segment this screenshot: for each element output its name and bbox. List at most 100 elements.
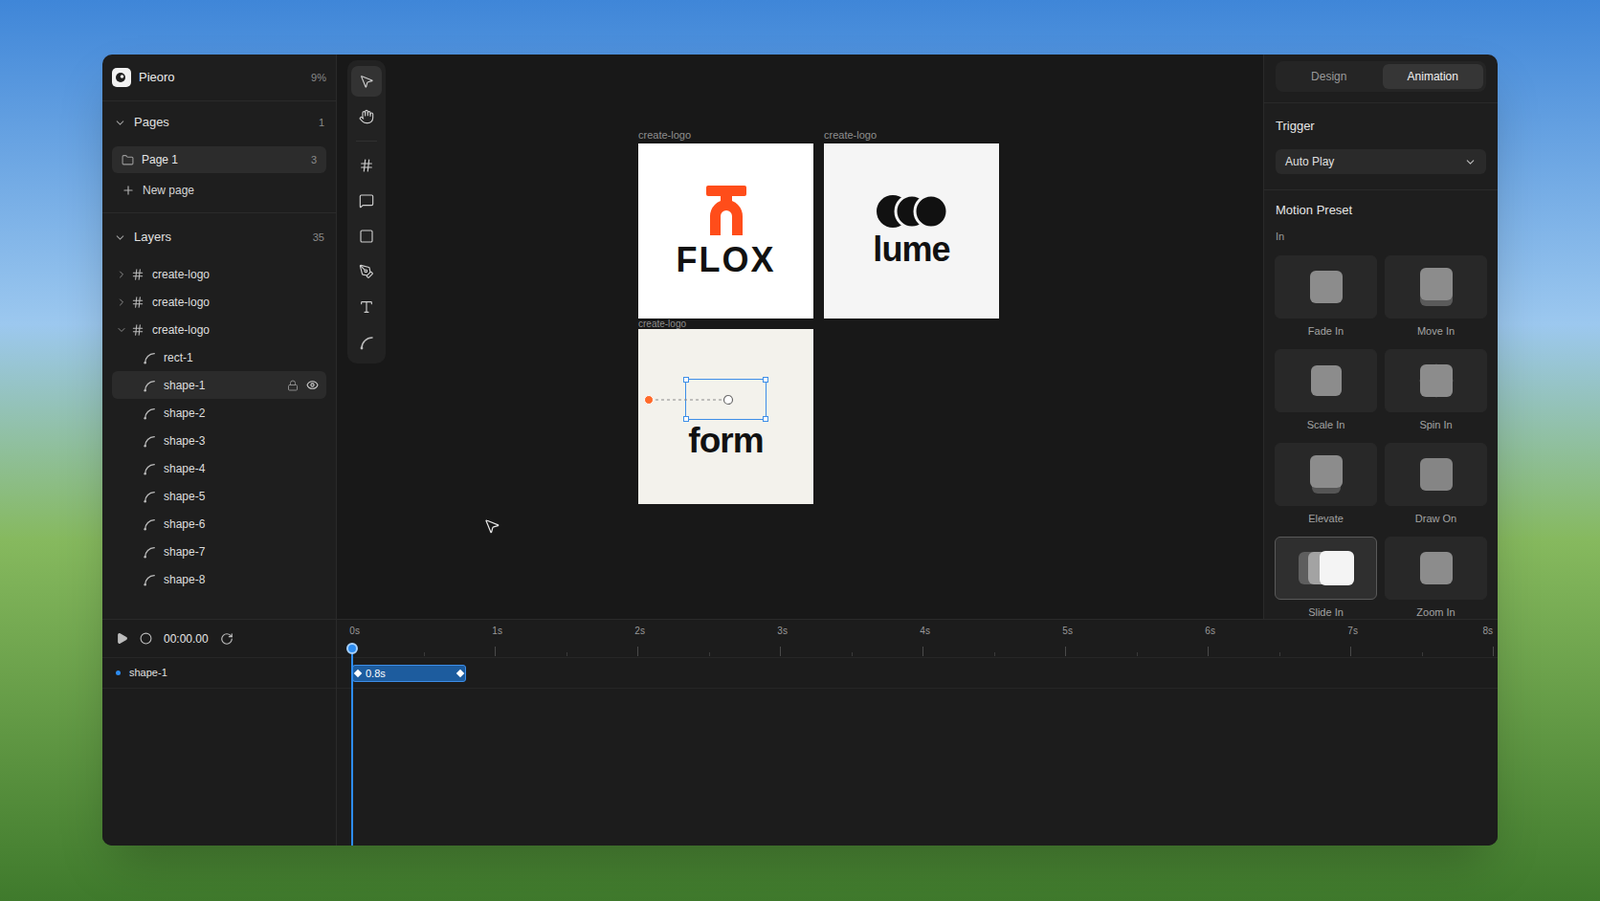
collapse-chevron-icon[interactable] — [115, 324, 128, 336]
layer-row[interactable]: create-logo — [111, 288, 327, 316]
layer-name: shape-5 — [163, 488, 205, 506]
pages-header[interactable]: Pages1 — [102, 108, 336, 137]
preset-card[interactable] — [1274, 255, 1378, 319]
preset-card[interactable] — [1274, 536, 1378, 600]
trigger-select[interactable]: Auto Play — [1275, 149, 1487, 175]
artboard-label[interactable]: create-logo — [823, 129, 877, 142]
zoom-preview-icon — [1420, 552, 1453, 585]
layer-row[interactable]: shape-6 — [111, 510, 327, 538]
pages-section: Pages1 Page 13 New page — [102, 101, 336, 214]
layer-name: shape-2 — [163, 404, 205, 423]
ruler-label: 2s — [634, 625, 645, 638]
track-name-row[interactable]: shape-1 — [102, 658, 336, 689]
playhead[interactable] — [346, 643, 358, 846]
preset-label: Spin In — [1419, 418, 1452, 432]
loop-icon[interactable] — [220, 632, 234, 646]
resize-handle[interactable] — [683, 416, 689, 423]
playhead-knob[interactable] — [346, 643, 358, 655]
timeline-area[interactable]: 0s1s2s3s4s5s6s7s8s0.8s — [336, 620, 1498, 846]
move-preview-icon — [1420, 267, 1453, 307]
fade-preview-icon — [1310, 270, 1343, 304]
artboard[interactable]: form — [638, 329, 814, 505]
preset-card[interactable] — [1274, 349, 1378, 413]
keyframe-start[interactable] — [354, 669, 362, 678]
layer-row[interactable]: shape-8 — [111, 565, 327, 594]
tool-button[interactable] — [351, 327, 382, 358]
resize-handle[interactable] — [762, 377, 769, 383]
preset-card[interactable] — [1384, 536, 1488, 600]
layer-row[interactable]: shape-4 — [111, 454, 327, 483]
elevate-preview-icon — [1310, 455, 1343, 494]
tool-button[interactable] — [351, 291, 382, 323]
preset-item[interactable]: Move In — [1384, 255, 1488, 338]
artboard-label[interactable]: create-logo — [638, 318, 687, 330]
tool-button[interactable] — [351, 150, 382, 181]
preset-card[interactable] — [1384, 443, 1488, 507]
collapse-chevron-icon[interactable] — [113, 116, 127, 130]
preset-item[interactable]: Draw On — [1384, 443, 1488, 526]
preset-label: Scale In — [1307, 418, 1346, 432]
preset-item[interactable]: Slide In — [1274, 536, 1378, 620]
time-ruler[interactable]: 0s1s2s3s4s5s6s7s8s — [336, 620, 1498, 659]
preset-item[interactable]: Elevate — [1274, 443, 1378, 526]
resize-handle[interactable] — [683, 377, 689, 383]
play-icon[interactable] — [115, 632, 129, 645]
record-icon[interactable] — [139, 632, 153, 645]
path-tool-icon — [358, 334, 375, 351]
preset-card[interactable] — [1384, 255, 1488, 319]
inspector-tab[interactable]: Animation — [1382, 64, 1485, 89]
path-icon — [142, 573, 156, 587]
left-panel: Pieoro9%Pages1Page 13New pageLayers35cre… — [102, 54, 337, 620]
layer-row[interactable]: shape-7 — [111, 537, 327, 566]
keyframe-end[interactable] — [456, 669, 465, 678]
artboard-label[interactable]: create-logo — [638, 129, 691, 142]
preset-item[interactable]: Zoom In — [1384, 536, 1488, 620]
expand-chevron-icon[interactable] — [115, 268, 128, 281]
tool-button[interactable] — [351, 221, 382, 252]
draw-preview-icon — [1420, 458, 1453, 491]
page-item[interactable]: Page 13 — [111, 146, 327, 174]
layer-row[interactable]: rect-1 — [111, 343, 327, 372]
new-page-button[interactable]: New page — [111, 177, 327, 204]
layer-row[interactable]: create-logo — [111, 315, 327, 344]
comment-tool-icon — [358, 193, 375, 209]
lock-icon[interactable] — [287, 379, 299, 392]
ruler-label: 3s — [777, 625, 788, 638]
layer-row[interactable]: shape-3 — [111, 426, 327, 455]
ruler-minor-tick — [1136, 652, 1138, 657]
text-tool-icon — [358, 299, 375, 315]
layers-section: Layers35create-logocreate-logocreate-log… — [102, 213, 336, 620]
tool-button[interactable] — [351, 185, 382, 217]
shape-selection[interactable] — [685, 378, 767, 421]
artboard[interactable]: FLOX — [638, 143, 814, 319]
canvas[interactable]: create-logoFLOXcreate-logolumecreate-log… — [336, 54, 1264, 620]
tool-button[interactable] — [351, 256, 382, 288]
app-header: Pieoro9% — [102, 54, 336, 102]
artboard[interactable]: lume — [823, 143, 1000, 319]
collapse-chevron-icon[interactable] — [113, 231, 127, 245]
layer-row[interactable]: shape-5 — [111, 482, 327, 511]
zoom-level[interactable]: 9% — [311, 69, 327, 87]
eye-icon[interactable] — [306, 378, 319, 392]
preset-item[interactable]: Scale In — [1274, 349, 1378, 432]
logo-text: form — [688, 422, 764, 461]
ruler-label: 0s — [349, 625, 360, 638]
layer-row[interactable]: shape-1 — [111, 371, 327, 400]
ruler-label: 6s — [1204, 625, 1216, 638]
layer-row[interactable]: shape-2 — [111, 399, 327, 427]
inspector-tab[interactable]: Design — [1278, 64, 1380, 89]
preset-card[interactable] — [1384, 349, 1488, 413]
expand-chevron-icon[interactable] — [115, 296, 128, 309]
animation-clip[interactable]: 0.8s — [352, 665, 467, 683]
tool-button[interactable] — [351, 101, 382, 133]
preset-item[interactable]: Fade In — [1274, 255, 1378, 338]
ruler-tick — [922, 646, 924, 657]
tool-button[interactable] — [351, 66, 382, 97]
layer-row[interactable]: create-logo — [111, 260, 327, 289]
preset-item[interactable]: Spin In — [1384, 349, 1488, 432]
preset-card[interactable] — [1274, 443, 1378, 507]
desktop: Pieoro9%Pages1Page 13New pageLayers35cre… — [0, 0, 1600, 901]
layers-header[interactable]: Layers35 — [102, 216, 336, 259]
path-icon — [142, 378, 156, 393]
resize-handle[interactable] — [762, 416, 769, 423]
